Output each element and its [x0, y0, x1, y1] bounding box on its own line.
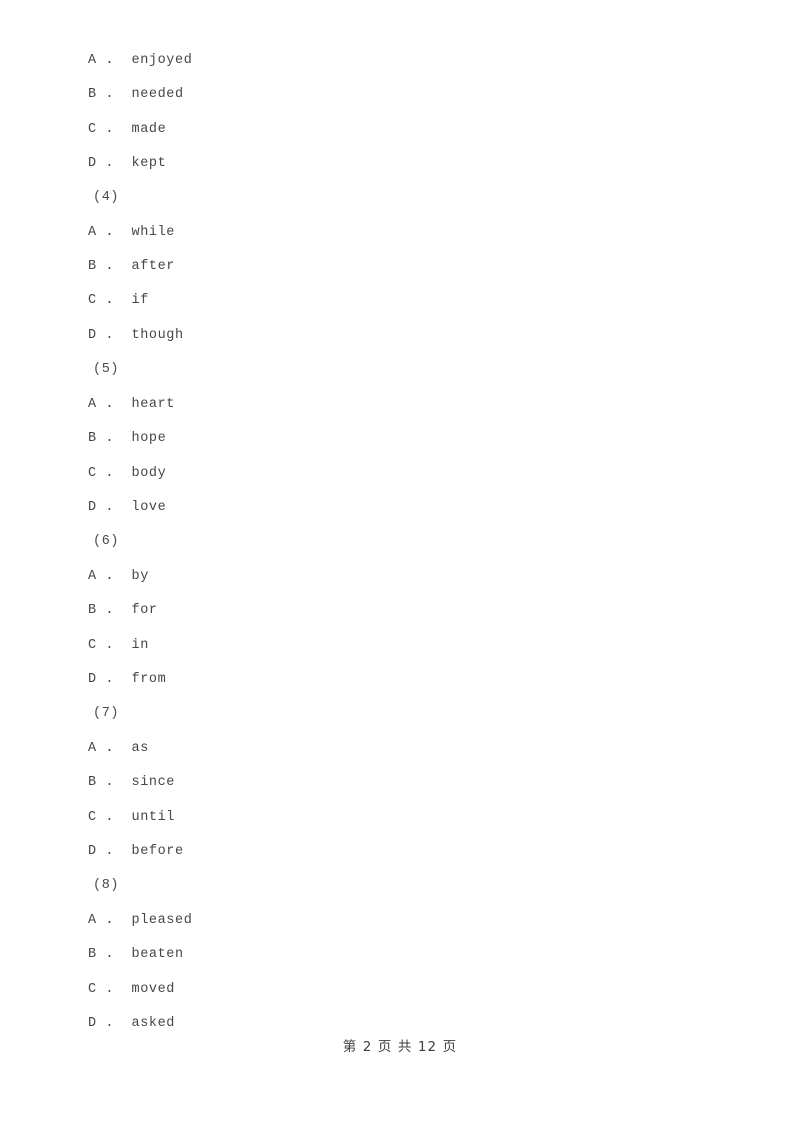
answer-option-a: A . while	[88, 225, 176, 240]
answer-option-d: D . though	[88, 328, 184, 343]
answer-option-c: C . in	[88, 638, 149, 653]
answer-option-d: D . love	[88, 500, 167, 515]
answer-option-b: B . needed	[88, 87, 184, 102]
answer-option-d: D . from	[88, 672, 167, 687]
question-number: (6)	[93, 534, 120, 549]
document-page: A . enjoyed B . needed C . made D . kept (4)…	[0, 0, 800, 1132]
answer-option-c: C . if	[88, 293, 149, 308]
answer-option-a: A . enjoyed	[88, 53, 193, 68]
answer-option-b: B . for	[88, 603, 158, 618]
question-number: (4)	[93, 190, 120, 205]
answer-option-b: B . since	[88, 775, 176, 790]
answer-option-a: A . heart	[88, 397, 176, 412]
page-footer: 第 2 页 共 12 页	[342, 1039, 458, 1055]
answer-option-c: C . until	[88, 810, 176, 825]
answer-option-c: C . made	[88, 122, 167, 137]
answer-option-a: A . pleased	[88, 913, 193, 928]
answer-option-a: A . by	[88, 569, 149, 584]
question-number: (5)	[93, 362, 120, 377]
question-number: (7)	[93, 706, 120, 721]
question-number: (8)	[93, 878, 120, 893]
answer-option-a: A . as	[88, 741, 149, 756]
answer-option-b: B . after	[88, 259, 176, 274]
answer-option-d: D . kept	[88, 156, 167, 171]
answer-option-c: C . body	[88, 466, 167, 481]
answer-option-b: B . hope	[88, 431, 167, 446]
answer-option-d: D . asked	[88, 1016, 176, 1031]
answer-option-b: B . beaten	[88, 947, 184, 962]
answer-option-d: D . before	[88, 844, 184, 859]
answer-option-c: C . moved	[88, 982, 176, 997]
